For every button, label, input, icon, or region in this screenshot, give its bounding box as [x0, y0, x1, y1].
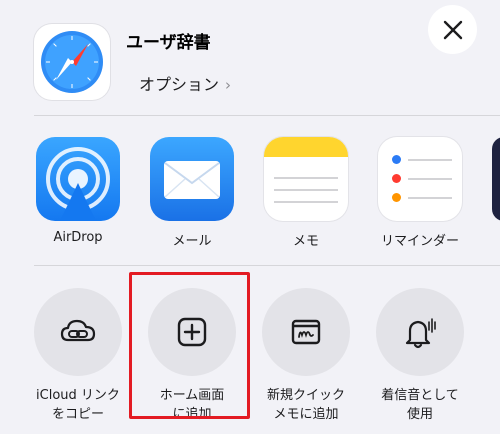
share-app-label: メモ: [292, 234, 319, 249]
options-label: オプション: [139, 75, 220, 94]
action-use-as-ringtone[interactable]: 着信音として 使用: [365, 288, 475, 424]
action-label: 着信音として 使用: [381, 388, 459, 422]
cloud-link-icon: [60, 319, 96, 342]
bell-icon: [405, 318, 436, 349]
highlight-box: [129, 272, 250, 419]
share-sheet-header: ユーザ辞書 オプション ›: [0, 0, 500, 115]
divider: [34, 265, 500, 266]
options-link[interactable]: オプション ›: [139, 71, 231, 95]
safari-app-icon: [34, 24, 110, 100]
share-app-label: AirDrop: [53, 230, 103, 245]
mail-icon: [150, 137, 234, 221]
share-app-label: メール: [172, 234, 212, 249]
share-app-notes[interactable]: メモ: [261, 137, 351, 249]
share-app-label: リマインダー: [380, 234, 459, 249]
chevron-right-icon: ›: [225, 76, 232, 94]
action-label: iCloud リンク をコピー: [36, 388, 120, 422]
close-icon: [443, 20, 462, 39]
action-add-to-quick-note[interactable]: 新規クイック メモに追加: [251, 288, 361, 424]
notes-icon: [264, 137, 348, 221]
partial-app-icon[interactable]: [492, 137, 500, 221]
action-label: 新規クイック メモに追加: [266, 388, 345, 422]
airdrop-icon: [36, 137, 120, 221]
share-app-reminders[interactable]: リマインダー: [375, 137, 465, 249]
quick-note-icon: [291, 319, 321, 345]
app-title: ユーザ辞書: [126, 33, 211, 53]
share-app-mail[interactable]: メール: [147, 137, 237, 249]
action-copy-icloud-link[interactable]: iCloud リンク をコピー: [23, 288, 133, 424]
reminders-icon: [378, 137, 462, 221]
close-button[interactable]: [428, 5, 477, 54]
share-app-airdrop[interactable]: AirDrop: [33, 137, 123, 245]
divider: [34, 115, 500, 116]
